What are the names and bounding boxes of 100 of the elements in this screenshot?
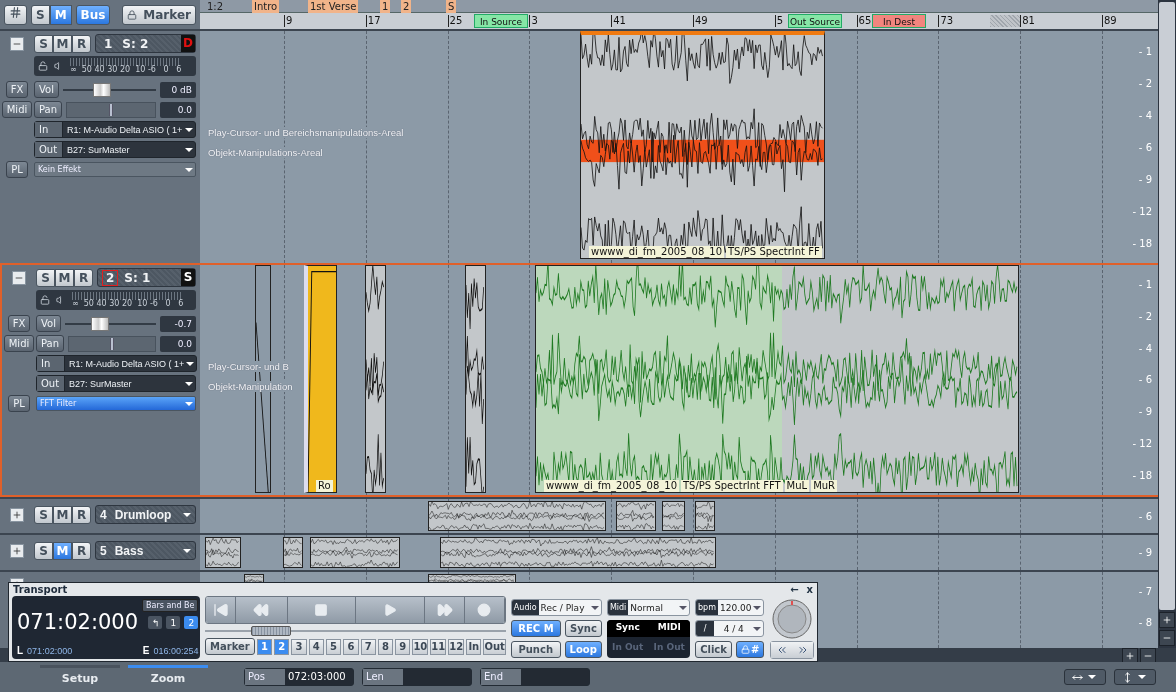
marker-slot[interactable]: 5 (325, 638, 342, 655)
midi-button[interactable]: Midi (3, 335, 35, 352)
start-marker[interactable]: 1:2 (205, 0, 226, 13)
marker-slot[interactable]: 12 (448, 638, 465, 655)
marker-slot[interactable]: 2 (274, 638, 290, 655)
expand-button[interactable] (10, 507, 24, 522)
vertical-scrollbar[interactable] (1158, 0, 1176, 648)
mode-button[interactable]: 2 (184, 616, 199, 629)
pan-button[interactable]: Pan (34, 101, 63, 118)
pan-slider[interactable] (66, 101, 156, 118)
bottom-tab[interactable]: Zoom (128, 665, 208, 689)
volume-button[interactable]: Vol (36, 315, 61, 332)
marker-slot[interactable]: 11 (430, 638, 447, 655)
sync-button[interactable]: Sync (565, 620, 602, 637)
transport-button[interactable] (206, 597, 237, 623)
range-flag[interactable]: In Dest (872, 14, 926, 28)
grid-button[interactable] (4, 4, 27, 25)
collapse-button[interactable] (10, 36, 24, 51)
marker-slot[interactable]: 10 (412, 638, 429, 655)
audio-clip[interactable] (440, 537, 716, 568)
pan-slider[interactable] (68, 335, 156, 352)
audio-clip[interactable] (662, 501, 685, 531)
position-field[interactable]: Len (362, 668, 472, 686)
audio-mode-dropdown[interactable]: Audio Rec / Play (510, 599, 602, 616)
position-field[interactable]: Pos 072:03:000 (244, 668, 354, 686)
marker-slot[interactable]: 7 (360, 638, 376, 655)
pan-button[interactable]: Pan (36, 335, 65, 352)
marker-tag[interactable]: 2 (401, 0, 412, 13)
input-selector[interactable]: In R1: M-Audio Delta ASIO ( 1+ (36, 355, 198, 372)
marker-slot[interactable]: 4 (308, 638, 324, 655)
audio-clip[interactable]: wwww_di_fm_2005_08_10 TS/PS SpectrInt FFT MuL MuR (535, 265, 1019, 493)
track-toggle-button[interactable]: R (72, 541, 91, 560)
fx-button[interactable]: FX (7, 315, 31, 332)
window-button[interactable]: x (806, 584, 813, 595)
track-toggle-button[interactable]: S (34, 541, 53, 560)
output-selector[interactable]: Out B27: SurMaster (36, 375, 196, 392)
range-flag[interactable]: In Source (474, 14, 528, 28)
marker-slot[interactable]: In (466, 638, 482, 655)
track-toggle-button[interactable]: S (36, 268, 55, 287)
midi-mode-dropdown[interactable]: Midi Normal (606, 599, 690, 616)
track-toggle-button[interactable]: M (53, 505, 72, 524)
mode-button[interactable]: 1 (166, 616, 181, 629)
plugin-button[interactable]: PL (6, 161, 28, 178)
audio-clip[interactable] (283, 537, 303, 568)
slider-thumb[interactable] (90, 316, 109, 331)
collapse-button[interactable] (12, 270, 26, 285)
horizontal-zoom-dropdown[interactable] (1064, 669, 1106, 685)
audio-clip[interactable] (365, 265, 386, 493)
volume-button[interactable]: Vol (34, 81, 59, 98)
track-toggle-button[interactable]: R (72, 34, 91, 53)
audio-clip[interactable] (465, 265, 486, 493)
slider-thumb[interactable] (251, 626, 292, 636)
transport-button[interactable] (287, 597, 357, 623)
transport-button[interactable] (425, 597, 466, 623)
track-toggle-button[interactable]: M (53, 34, 72, 53)
track-toggle-button[interactable]: S (34, 34, 53, 53)
marker-tag[interactable]: 1 (380, 0, 391, 13)
plugin-button[interactable]: PL (8, 395, 30, 412)
pan-thumb[interactable] (109, 103, 113, 116)
volume-slider[interactable] (64, 315, 156, 332)
marker-tag[interactable]: 1st Verse (308, 0, 359, 13)
range-flag[interactable]: Out Source (788, 14, 842, 28)
zoom-out-button[interactable] (1159, 630, 1175, 646)
window-button[interactable]: ← (790, 584, 799, 595)
track-toggle-button[interactable]: R (72, 505, 91, 524)
midi-button[interactable]: Midi (1, 101, 33, 118)
marker-slot[interactable]: 1 (256, 638, 273, 655)
loop-button[interactable]: Loop (564, 641, 602, 658)
track-name-selector[interactable]: 5 Bass (95, 541, 196, 560)
marker-button[interactable]: Marker (122, 4, 196, 25)
format-dropdown[interactable]: Bars and Be (142, 599, 199, 612)
position-field[interactable]: End (480, 668, 590, 686)
expand-button[interactable] (10, 543, 24, 558)
input-selector[interactable]: In R1: M-Audio Delta ASIO ( 1+ (34, 121, 196, 138)
track-toggle-button[interactable]: R (74, 268, 93, 287)
slider-thumb[interactable] (93, 82, 112, 97)
audio-clip[interactable] (616, 501, 656, 531)
jog-knob[interactable] (772, 599, 813, 639)
track-toggle-button[interactable]: M (55, 268, 74, 287)
mode-button[interactable]: ↰ (148, 616, 163, 629)
audio-clip[interactable]: wwww_di_fm_2005_08_10 TS/PS SpectrInt FF (580, 31, 825, 259)
track-name-box[interactable]: 2 S: 1 S (97, 268, 196, 287)
fx-button[interactable]: FX (5, 81, 29, 98)
bottom-tab[interactable]: Setup (40, 665, 120, 689)
scrollbar-thumb[interactable] (1159, 2, 1175, 610)
audio-clip[interactable] (310, 537, 400, 568)
click-button[interactable]: Click (695, 641, 733, 658)
track-toggle-button[interactable]: S (34, 505, 53, 524)
volume-slider[interactable] (62, 81, 156, 98)
zoom-in-button[interactable] (1159, 612, 1175, 628)
plugin-dropdown[interactable]: Kein Effekt (34, 162, 196, 177)
marker-slot[interactable]: 6 (343, 638, 359, 655)
next-button[interactable] (792, 642, 814, 658)
punch-button[interactable]: Punch (510, 641, 561, 658)
pan-thumb[interactable] (110, 337, 114, 350)
marker-tag[interactable]: Intro (252, 0, 280, 13)
track-name-box[interactable]: 1 S: 2 D (95, 34, 196, 53)
track-name-selector[interactable]: 4 Drumloop (95, 505, 196, 524)
transport-button[interactable] (465, 597, 505, 623)
time-signature-dropdown[interactable]: / 4 / 4 (695, 620, 765, 637)
